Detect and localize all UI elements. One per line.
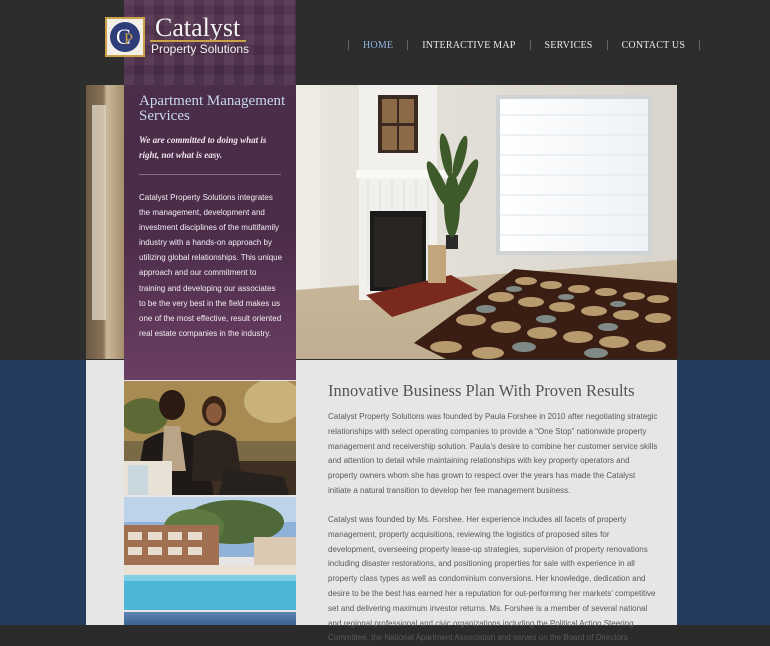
logo-letter-p: P (124, 31, 133, 48)
couple-photo (124, 381, 296, 495)
sidebar-body: Catalyst Property Solutions integrates t… (139, 193, 283, 338)
brand-name[interactable]: Catalyst (155, 13, 240, 43)
third-photo (124, 612, 296, 625)
intro-paragraph: Catalyst Property Solutions was founded … (328, 412, 658, 495)
nav-interactive-map[interactable]: INTERACTIVE MAP (408, 40, 529, 51)
nav-contact-us[interactable]: CONTACT US (608, 40, 700, 51)
logo-icon[interactable]: C P (105, 17, 145, 57)
sidebar-divider (139, 174, 281, 175)
page-title: Innovative Business Plan With Proven Res… (328, 381, 635, 400)
hero-living-room-image (296, 85, 677, 359)
pool-photo (124, 497, 296, 610)
brand-tagline: Property Solutions (151, 42, 250, 56)
sidebar-tagline: We are committed to doing what is right,… (139, 135, 267, 160)
nav-home[interactable]: HOME (349, 40, 407, 51)
sidebar-title: Apartment Management Services (139, 93, 286, 124)
main-nav: HOME INTERACTIVE MAP SERVICES CONTACT US (348, 38, 701, 52)
hero-doorway-image (86, 85, 124, 359)
nav-services[interactable]: SERVICES (531, 40, 607, 51)
logo-circle: C P (110, 22, 140, 52)
nav-separator (699, 40, 701, 50)
founder-paragraph: Catalyst was founded by Ms. Forshee. Her… (328, 515, 656, 643)
